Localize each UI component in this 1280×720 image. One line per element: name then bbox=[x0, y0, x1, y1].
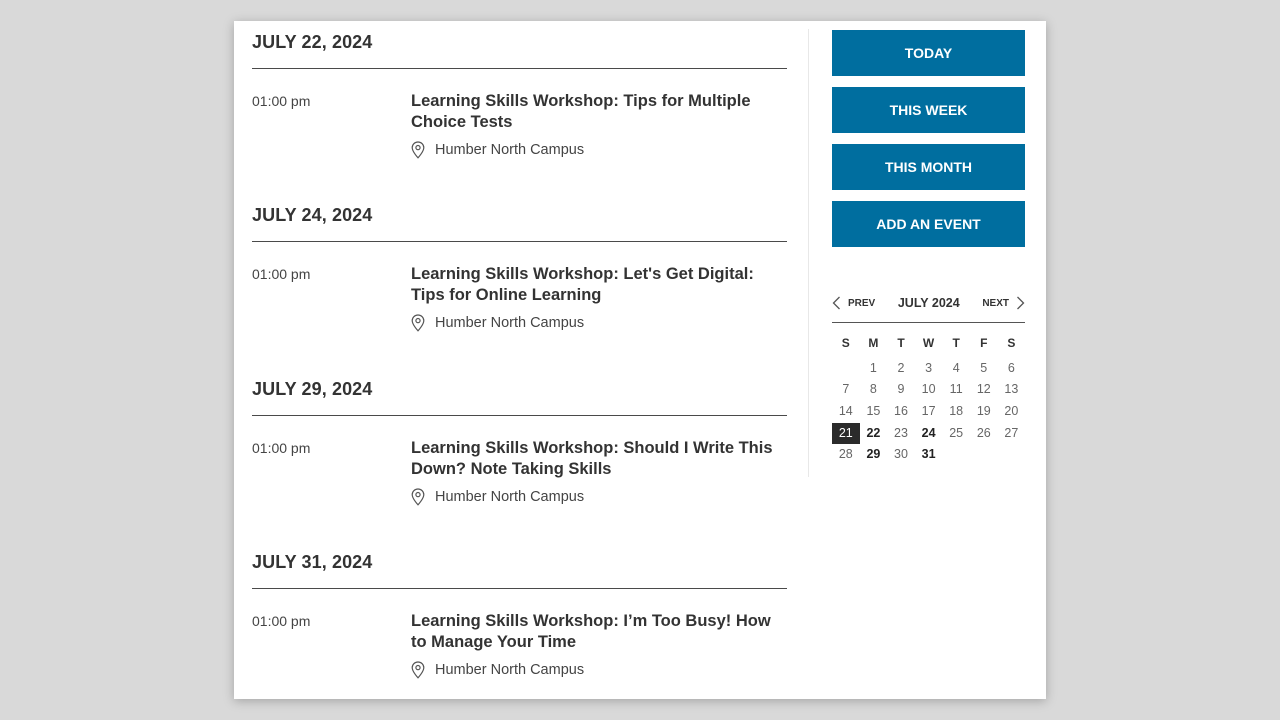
event-time: 01:00 pm bbox=[252, 439, 311, 456]
event-day: JULY 22, 2024 01:00 pm Learning Skills W… bbox=[252, 21, 787, 194]
calendar-day: 30 bbox=[894, 447, 908, 462]
weekday-label: W bbox=[922, 336, 935, 350]
calendar-day: 15 bbox=[866, 404, 881, 419]
event-location-label: Humber North Campus bbox=[435, 661, 585, 678]
weekday-label: S bbox=[841, 336, 850, 350]
calendar-day: 18 bbox=[949, 404, 964, 419]
day-heading: JULY 22, 2024 bbox=[252, 21, 787, 69]
event-time: 01:00 pm bbox=[252, 93, 311, 109]
calendar-blank-cell bbox=[832, 358, 860, 380]
add-event-button[interactable]: ADD AN EVENT bbox=[832, 201, 1025, 247]
calendar-day: 8 bbox=[869, 382, 877, 397]
weekday-label: M bbox=[868, 336, 879, 350]
calendar-day: 27 bbox=[1004, 425, 1019, 440]
calendar-day: 3 bbox=[925, 360, 933, 375]
calendar-day: 23 bbox=[894, 425, 908, 440]
event-location-label: Humber North Campus bbox=[435, 488, 585, 505]
calendar-day: 19 bbox=[976, 404, 991, 419]
day-heading: JULY 31, 2024 bbox=[252, 541, 787, 589]
calendar-day: 12 bbox=[976, 382, 991, 397]
location-pin-icon bbox=[411, 314, 425, 332]
column-divider bbox=[808, 29, 809, 477]
event-item: 01:00 pm Learning Skills Workshop: Let's… bbox=[252, 264, 787, 332]
mini-calendar: PREV JULY 2024 NEXT S M T W T F S 123456… bbox=[832, 292, 1025, 466]
event-location: Humber North Campus bbox=[411, 141, 787, 159]
day-heading: JULY 24, 2024 bbox=[252, 194, 787, 243]
calendar-day: 25 bbox=[949, 425, 964, 440]
event-time: 01:00 pm bbox=[252, 612, 311, 629]
event-day: JULY 29, 2024 01:00 pm Learning Skills W… bbox=[252, 368, 787, 541]
calendar-day-today[interactable]: 21 bbox=[832, 422, 860, 445]
calendar-day: 1 bbox=[869, 360, 877, 375]
prev-month-button[interactable]: PREV bbox=[832, 296, 875, 310]
this-week-button[interactable]: THIS WEEK bbox=[832, 87, 1025, 133]
event-location: Humber North Campus bbox=[411, 314, 787, 332]
calendar-day: 26 bbox=[976, 425, 991, 440]
event-item: 01:00 pm Learning Skills Workshop: Tips … bbox=[252, 91, 787, 159]
calendar-header: PREV JULY 2024 NEXT bbox=[832, 292, 1025, 323]
event-title-link[interactable]: Learning Skills Workshop: Tips for Multi… bbox=[411, 91, 787, 133]
calendar-day: 5 bbox=[980, 360, 988, 375]
chevron-right-icon bbox=[1017, 296, 1025, 310]
calendar-day: 10 bbox=[921, 382, 936, 397]
calendar-day-event[interactable]: 31 bbox=[915, 444, 943, 466]
calendar-day: 11 bbox=[949, 382, 963, 397]
event-day: JULY 31, 2024 01:00 pm Learning Skills W… bbox=[252, 541, 787, 699]
event-day: JULY 24, 2024 01:00 pm Learning Skills W… bbox=[252, 194, 787, 367]
event-list: JULY 22, 2024 01:00 pm Learning Skills W… bbox=[252, 21, 787, 699]
calendar-day: 28 bbox=[838, 447, 853, 462]
events-page: JULY 22, 2024 01:00 pm Learning Skills W… bbox=[234, 21, 1046, 699]
weekday-label: T bbox=[952, 336, 960, 350]
calendar-day: 9 bbox=[897, 382, 905, 397]
calendar-day: 2 bbox=[897, 360, 905, 375]
calendar-day-event[interactable]: 22 bbox=[860, 423, 888, 445]
event-location-label: Humber North Campus bbox=[435, 142, 585, 158]
event-title-link[interactable]: Learning Skills Workshop: I’m Too Busy! … bbox=[411, 611, 787, 653]
calendar-day-event[interactable]: 24 bbox=[915, 423, 943, 445]
day-heading: JULY 29, 2024 bbox=[252, 368, 787, 416]
event-location: Humber North Campus bbox=[411, 487, 787, 506]
calendar-grid: S M T W T F S 1 2 3 4 5 6 7 8 9 10 11 12 13 14 15 16 17 1… bbox=[832, 336, 1025, 466]
today-button[interactable]: TODAY bbox=[832, 30, 1025, 76]
chevron-left-icon bbox=[832, 296, 840, 310]
calendar-day: 7 bbox=[842, 382, 850, 397]
event-item: 01:00 pm Learning Skills Workshop: Shoul… bbox=[252, 438, 787, 506]
location-pin-icon bbox=[411, 661, 425, 679]
location-pin-icon bbox=[411, 487, 425, 506]
event-location-label: Humber North Campus bbox=[435, 315, 585, 332]
calendar-day-event[interactable]: 29 bbox=[860, 444, 888, 466]
calendar-day: 17 bbox=[921, 404, 936, 419]
next-label: NEXT bbox=[982, 297, 1009, 309]
weekday-label: F bbox=[980, 336, 988, 350]
calendar-day: 20 bbox=[1004, 404, 1019, 419]
weekday-label: S bbox=[1007, 336, 1016, 350]
sidebar: TODAY THIS WEEK THIS MONTH ADD AN EVENT … bbox=[832, 30, 1025, 466]
calendar-day: 4 bbox=[952, 360, 960, 375]
calendar-day: 13 bbox=[1004, 382, 1019, 397]
calendar-month-title: JULY 2024 bbox=[897, 296, 960, 310]
calendar-day: 14 bbox=[838, 404, 853, 419]
event-location: Humber North Campus bbox=[411, 661, 787, 679]
next-month-button[interactable]: NEXT bbox=[982, 296, 1025, 310]
prev-label: PREV bbox=[848, 297, 876, 309]
weekday-label: T bbox=[897, 336, 905, 350]
calendar-day: 16 bbox=[894, 404, 908, 419]
event-item: 01:00 pm Learning Skills Workshop: I’m T… bbox=[252, 611, 787, 679]
calendar-day: 6 bbox=[1007, 360, 1015, 375]
location-pin-icon bbox=[411, 141, 425, 159]
event-title-link[interactable]: Learning Skills Workshop: Should I Write… bbox=[411, 438, 787, 480]
event-time: 01:00 pm bbox=[252, 266, 311, 283]
event-title-link[interactable]: Learning Skills Workshop: Let's Get Digi… bbox=[411, 264, 787, 306]
this-month-button[interactable]: THIS MONTH bbox=[832, 144, 1025, 190]
